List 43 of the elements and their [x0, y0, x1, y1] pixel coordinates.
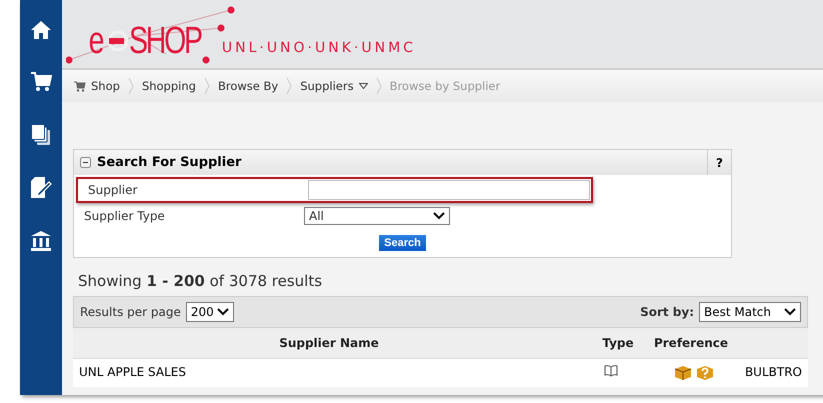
- documents-icon[interactable]: [31, 124, 51, 146]
- column-header[interactable]: Type: [585, 328, 651, 358]
- table-cell-text: UNL APPLE SALES: [78, 364, 187, 381]
- field-label: Supplier: [88, 183, 138, 197]
- table-cell-text: BULBTRO: [744, 364, 803, 381]
- book-icon: [604, 365, 618, 377]
- breadcrumb-link[interactable]: Shopping: [142, 79, 196, 93]
- box-question-icon: [696, 365, 714, 381]
- building-icon[interactable]: [30, 230, 52, 252]
- type-dropdown[interactable]: All: [304, 207, 450, 225]
- campus-names: UNL·UNO·UNK·UNMC: [222, 40, 416, 56]
- logo-letter: e: [88, 22, 104, 60]
- sort-dropdown[interactable]: Best Match: [699, 302, 801, 322]
- sort-label: Sort by:: [640, 305, 694, 319]
- caret-icon: [358, 83, 368, 89]
- panel-title: Search For Supplier: [97, 155, 242, 170]
- search-button[interactable]: Search: [379, 235, 426, 251]
- per-page-label: Results per page: [80, 305, 181, 319]
- cart-icon: [74, 80, 86, 92]
- per-page-dropdown[interactable]: 200: [186, 302, 234, 322]
- supplier-field[interactable]: [308, 180, 590, 200]
- field-label: Supplier Type: [84, 209, 166, 223]
- chevron-icon: [433, 212, 445, 220]
- breadcrumb-link[interactable]: Suppliers: [300, 79, 368, 93]
- help-button[interactable]: ?: [707, 150, 731, 175]
- results-summary: Showing 1 - 200 of 3078 results: [78, 272, 324, 290]
- collapse-toggle[interactable]: [80, 157, 91, 168]
- target-icon: [108, 31, 128, 51]
- chevron-separator-icon: [376, 77, 382, 95]
- breadcrumb-link[interactable]: Shop: [74, 79, 120, 93]
- column-header[interactable]: Supplier Name: [73, 328, 585, 358]
- logo-wordmark: SHOP: [129, 22, 201, 60]
- home-icon[interactable]: [30, 20, 52, 40]
- chevron-icon: [216, 308, 229, 316]
- cart-icon[interactable]: [30, 71, 52, 93]
- chevron-separator-icon: [128, 77, 134, 95]
- column-header[interactable]: Preference: [651, 328, 731, 358]
- edit-icon[interactable]: [30, 177, 52, 199]
- chevron-separator-icon: [286, 77, 292, 95]
- box-icon: [674, 365, 692, 381]
- chevron-separator-icon: [204, 77, 210, 95]
- chevron-icon: [784, 308, 796, 316]
- breadcrumb-link[interactable]: Browse By: [218, 79, 278, 93]
